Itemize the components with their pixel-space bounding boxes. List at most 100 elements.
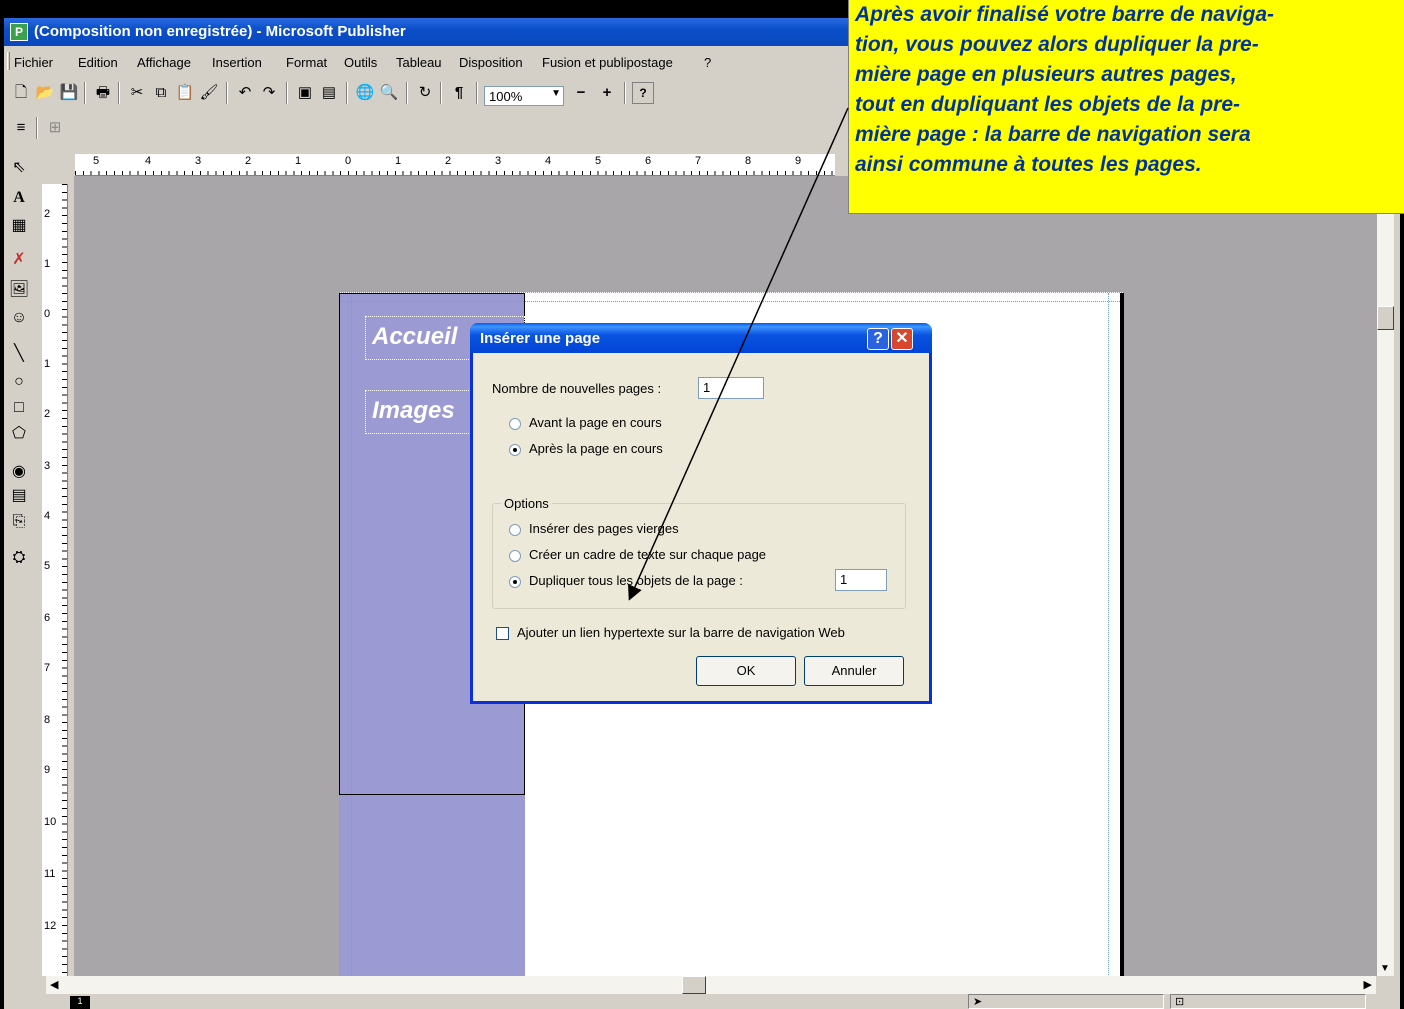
menu-fichier[interactable]: Fichier [14, 55, 53, 70]
print-preview-icon[interactable]: 🔍 [378, 82, 400, 104]
radio-text-frame[interactable] [509, 550, 521, 562]
dialog-title-bar: Insérer une page ? ✕ [470, 323, 932, 353]
dialog-help-button[interactable]: ? [867, 328, 889, 350]
ruler-label: 2 [44, 208, 51, 220]
table-icon[interactable]: ▦ [8, 214, 30, 238]
ruler-label: 3 [44, 460, 51, 472]
html-fragment-icon[interactable]: ⎘ [8, 510, 30, 534]
undo-icon[interactable]: ↶ [234, 82, 256, 104]
line-icon[interactable]: ╲ [8, 342, 30, 366]
publisher-icon: P [10, 23, 28, 41]
radio-text-frame-label[interactable]: Créer un cadre de texte sur chaque page [529, 547, 766, 562]
format-painter-icon[interactable]: 🖌 [198, 82, 220, 104]
ruler-label: 6 [44, 612, 51, 624]
cut-icon[interactable]: ✂ [126, 82, 148, 104]
cancel-button[interactable]: Annuler [804, 656, 904, 686]
toolbar-separator [440, 82, 442, 104]
vertical-ruler[interactable]: 2 1 0 1 2 3 4 5 6 7 8 9 10 11 12 [42, 184, 68, 976]
paste-icon[interactable]: 📋 [174, 82, 196, 104]
ruler-label: 1 [44, 258, 51, 270]
ruler-label: 3 [495, 155, 502, 167]
menu-edition[interactable]: Edition [78, 55, 118, 70]
annotation-line: Après avoir finalisé votre barre de navi… [855, 3, 1274, 26]
annotation-line: mière page : la barre de navigation sera [855, 123, 1251, 146]
chevron-down-icon[interactable]: ▼ [551, 88, 561, 99]
redo-icon[interactable]: ↷ [258, 82, 280, 104]
menu-outils[interactable]: Outils [344, 55, 377, 70]
ruler-label: 1 [395, 155, 402, 167]
pointer-icon[interactable]: ⇖ [8, 156, 30, 180]
wordart-icon[interactable]: ✗ [8, 248, 30, 272]
dialog-close-button[interactable]: ✕ [891, 328, 913, 350]
scroll-thumb[interactable] [1377, 306, 1394, 330]
web-preview-icon[interactable]: 🌐 [354, 82, 376, 104]
zoom-select[interactable]: 100% ▼ [484, 86, 564, 106]
annotation-line: tion, vous pouvez alors dupliquer la pre… [855, 33, 1259, 56]
duplicate-page-input[interactable]: 1 [835, 569, 887, 591]
page-navigator-button[interactable]: 1 [70, 996, 90, 1009]
hotspot-icon[interactable]: ◉ [8, 460, 30, 484]
zoom-out-button[interactable]: − [570, 82, 592, 104]
radio-duplicate-objects[interactable] [509, 576, 521, 588]
design-gallery-icon[interactable]: ⛭ [8, 546, 30, 570]
radio-blank-pages[interactable] [509, 524, 521, 536]
toolbar-separator [476, 82, 478, 104]
toolbar-separator [346, 82, 348, 104]
scroll-down-icon[interactable]: ▼ [1380, 963, 1390, 974]
copy-icon[interactable]: ⧉ [150, 82, 172, 104]
menu-affichage[interactable]: Affichage [137, 55, 191, 70]
text-box-icon[interactable]: A [8, 186, 30, 210]
toolbar-separator [624, 82, 626, 104]
zoom-value: 100% [489, 89, 523, 104]
radio-duplicate-objects-label[interactable]: Dupliquer tous les objets de la page : [529, 573, 743, 588]
scroll-left-icon[interactable]: ◀ [50, 978, 58, 991]
vertical-scrollbar[interactable]: ▼ [1377, 176, 1394, 976]
oval-icon[interactable]: ○ [8, 370, 30, 394]
insert-page-dialog: Insérer une page ? ✕ Nombre de nouvelles… [470, 323, 932, 704]
radio-before-label[interactable]: Avant la page en cours [529, 415, 662, 430]
refresh-icon[interactable]: ↻ [414, 82, 436, 104]
radio-blank-pages-label[interactable]: Insérer des pages vierges [529, 521, 679, 536]
print-icon[interactable]: 🖶 [92, 82, 114, 104]
ruler-label: 5 [44, 560, 51, 572]
radio-after-label[interactable]: Après la page en cours [529, 441, 663, 456]
help-button[interactable]: ? [632, 82, 654, 104]
menu-format[interactable]: Format [286, 55, 327, 70]
menu-tableau[interactable]: Tableau [396, 55, 442, 70]
scroll-right-icon[interactable]: ▶ [1364, 978, 1372, 991]
menu-help[interactable]: ? [704, 55, 711, 70]
horizontal-ruler[interactable]: 5 4 3 2 1 0 1 2 3 4 5 6 7 8 9 [75, 154, 835, 176]
menu-disposition[interactable]: Disposition [459, 55, 523, 70]
picture-icon[interactable]: 🖼 [8, 278, 30, 302]
horizontal-scrollbar[interactable]: ◀ ▶ [46, 976, 1376, 994]
ruler-label: 4 [545, 155, 552, 167]
new-icon[interactable]: 🗋 [10, 82, 32, 104]
form-control-icon[interactable]: ▤ [8, 484, 30, 508]
menu-fusion-publipostage[interactable]: Fusion et publipostage [542, 55, 673, 70]
object-position-field: ➤ [968, 994, 1164, 1009]
ruler-label: 2 [445, 155, 452, 167]
page-count-input[interactable]: 1 [698, 377, 764, 399]
ok-button[interactable]: OK [696, 656, 796, 686]
rectangle-icon[interactable]: □ [8, 396, 30, 420]
radio-before[interactable] [509, 418, 521, 430]
ruler-label: 7 [44, 662, 51, 674]
hyperlink-checkbox[interactable] [496, 627, 509, 640]
zoom-in-button[interactable]: + [596, 82, 618, 104]
save-icon[interactable]: 💾 [58, 82, 80, 104]
page-count-label: Nombre de nouvelles pages : [492, 381, 662, 396]
radio-after[interactable] [509, 444, 521, 456]
menu-insertion[interactable]: Insertion [212, 55, 262, 70]
send-back-icon[interactable]: ▤ [318, 82, 340, 104]
open-icon[interactable]: 📂 [34, 82, 56, 104]
scroll-thumb[interactable] [682, 976, 706, 994]
hyperlink-checkbox-label[interactable]: Ajouter un lien hypertexte sur la barre … [517, 625, 845, 640]
dialog-title: Insérer une page [480, 330, 601, 347]
align-icon[interactable]: ≡ [10, 117, 32, 139]
autoshapes-icon[interactable]: ⬠ [8, 422, 30, 446]
pilcrow-icon[interactable]: ¶ [448, 82, 470, 104]
bring-front-icon[interactable]: ▣ [294, 82, 316, 104]
properties-icon[interactable]: ⊞ [44, 117, 66, 139]
ruler-label: 1 [295, 155, 302, 167]
clipart-icon[interactable]: ☺ [8, 306, 30, 330]
